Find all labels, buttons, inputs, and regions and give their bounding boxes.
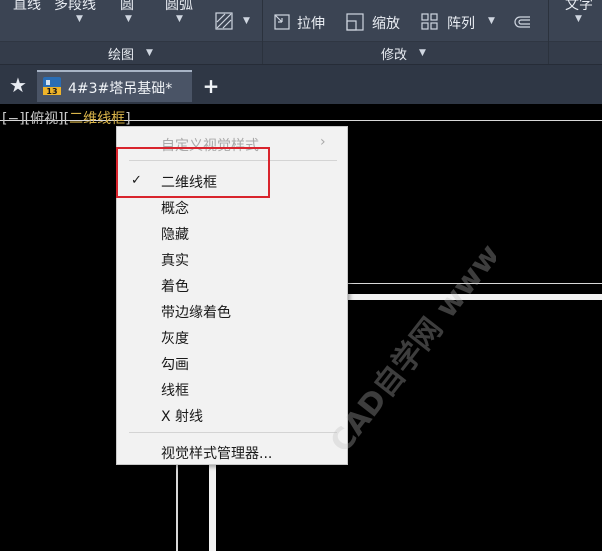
drawing-line xyxy=(209,465,216,551)
new-tab-button[interactable]: + xyxy=(201,76,221,96)
circle-dropdown-icon[interactable]: ▼ xyxy=(125,14,132,24)
menu-item-shaded[interactable]: 着色 xyxy=(161,276,189,296)
menu-item-hidden[interactable]: 隐藏 xyxy=(161,224,189,244)
hatch-icon[interactable] xyxy=(214,11,234,31)
array-icon[interactable] xyxy=(420,12,440,32)
circle-tool-label[interactable]: 圆 xyxy=(120,0,134,14)
menu-item-shaded-with-edges[interactable]: 带边缘着色 xyxy=(161,302,231,322)
menu-separator xyxy=(129,432,337,433)
menu-item-shades-of-gray[interactable]: 灰度 xyxy=(161,328,189,348)
menu-item-wireframe[interactable]: 线框 xyxy=(161,380,189,400)
text-tool-label[interactable]: 文字 xyxy=(565,0,593,14)
modify-panel-title[interactable]: 修改 xyxy=(381,44,407,63)
chevron-right-icon: › xyxy=(320,134,326,150)
viewport-controls[interactable]: [−][俯视][二维线框] xyxy=(2,108,131,128)
text-dropdown-icon[interactable]: ▼ xyxy=(575,14,582,24)
drawing-line xyxy=(176,465,178,551)
viewport-control-button[interactable]: − xyxy=(7,111,19,127)
viewport-bracket: ] xyxy=(125,111,131,127)
menu-item-sketchy[interactable]: 勾画 xyxy=(161,354,189,374)
viewport-style-button[interactable]: 二维线框 xyxy=(69,111,125,127)
document-tab[interactable]: 13 4#3#塔吊基础* xyxy=(37,70,192,102)
array-dropdown-icon[interactable]: ▼ xyxy=(488,16,495,26)
menu-item-realistic[interactable]: 真实 xyxy=(161,250,189,270)
hatch-dropdown-icon[interactable]: ▼ xyxy=(243,16,250,26)
menu-item-x-ray[interactable]: X 射线 xyxy=(161,406,203,426)
line-tool-label[interactable]: 直线 xyxy=(13,0,41,14)
stretch-icon[interactable] xyxy=(272,12,292,32)
svg-text:13: 13 xyxy=(46,87,57,96)
arc-tool-label[interactable]: 圆弧 xyxy=(165,0,193,14)
menu-item-visual-style-manager[interactable]: 视觉样式管理器... xyxy=(161,443,272,463)
ribbon-separator xyxy=(548,41,549,64)
menu-item-conceptual[interactable]: 概念 xyxy=(161,198,189,218)
arc-dropdown-icon[interactable]: ▼ xyxy=(176,14,183,24)
ribbon-separator xyxy=(262,41,263,64)
scale-icon[interactable] xyxy=(345,12,365,32)
viewport-view-button[interactable]: 俯视 xyxy=(30,111,58,127)
draw-panel-title[interactable]: 绘图 xyxy=(108,44,134,63)
polyline-dropdown-icon[interactable]: ▼ xyxy=(76,14,83,24)
dwg-file-icon: 13 xyxy=(43,77,61,96)
stretch-tool-label[interactable]: 拉伸 xyxy=(297,13,325,33)
annotation-highlight-box xyxy=(116,147,270,198)
polyline-tool-label[interactable]: 多段线 xyxy=(54,0,96,14)
ribbon: 直线 多段线 圆 圆弧 ▼ ▼ ▼ ▼ 拉伸 缩放 阵列 ▼ 文字 ▼ 绘图 ▼… xyxy=(0,0,602,64)
document-tab-label: 4#3#塔吊基础* xyxy=(68,81,173,97)
star-icon[interactable]: ★ xyxy=(7,74,29,96)
draw-panel-expand-icon[interactable]: ▼ xyxy=(146,48,153,58)
offset-icon[interactable] xyxy=(512,12,532,32)
array-tool-label[interactable]: 阵列 xyxy=(447,13,475,33)
ribbon-panel-bar xyxy=(0,41,602,64)
modify-panel-expand-icon[interactable]: ▼ xyxy=(419,48,426,58)
scale-tool-label[interactable]: 缩放 xyxy=(372,13,400,33)
